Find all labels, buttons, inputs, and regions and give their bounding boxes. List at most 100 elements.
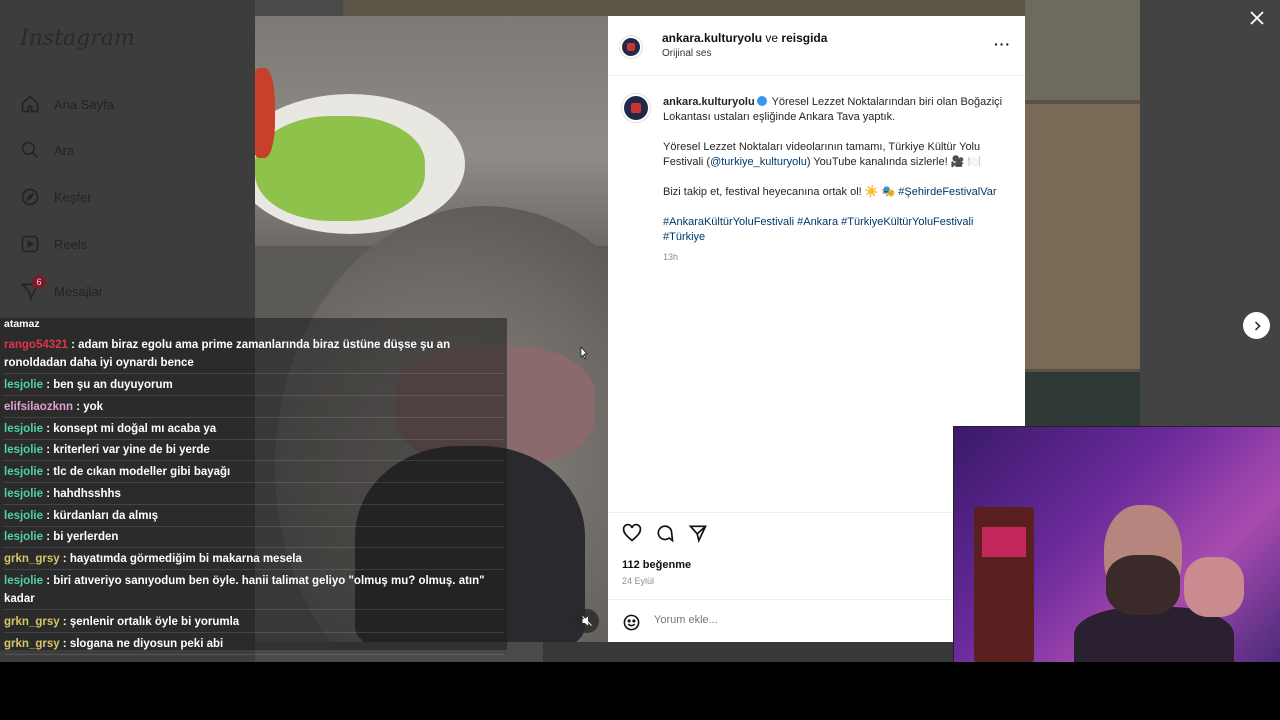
chevron-right-icon: [1254, 320, 1261, 331]
chat-username[interactable]: lesjolie: [4, 423, 43, 435]
video-scene: [255, 116, 425, 221]
instagram-logo[interactable]: Instagram: [20, 26, 135, 51]
feed-thumbnails-top: [343, 0, 1140, 16]
chat-username[interactable]: lesjolie: [4, 466, 43, 478]
author-connector: ve: [765, 31, 779, 45]
mention-link[interactable]: @turkiye_kulturyolu: [710, 156, 807, 168]
collaborator-username[interactable]: reisgida: [781, 31, 827, 45]
sidebar-item-label: Keşfet: [54, 189, 91, 205]
notification-badge: 6: [32, 275, 46, 289]
chat-username[interactable]: lesjolie: [4, 531, 43, 543]
comment-icon[interactable]: [655, 523, 675, 543]
mute-button[interactable]: [575, 609, 599, 633]
audio-label[interactable]: Orijinal ses: [662, 48, 711, 59]
sidebar-item-messages[interactable]: 6 Mesajlar: [20, 275, 104, 303]
search-icon: [21, 141, 39, 159]
chat-text: : tlc de cıkan modeller gibi bayağı: [43, 466, 231, 478]
caption-text: Bizi takip et, festival heyecanına ortak…: [663, 186, 896, 198]
chat-message: grkn_grsy : şenlenir ortalık öyle bi yor…: [4, 613, 504, 633]
compass-icon: [21, 188, 39, 206]
post-time: 13h: [663, 252, 679, 262]
sidebar-item-label: Mesajlar: [54, 283, 104, 299]
comment-input[interactable]: Yorum ekle...: [654, 614, 718, 626]
thumbnail: [1025, 372, 1140, 430]
chat-username[interactable]: lesjolie: [4, 379, 43, 391]
sidebar-item-label: Ara: [54, 142, 75, 158]
chat-text: : adam biraz egolu ama prime zamanlarınd…: [4, 339, 451, 369]
mouse-cursor-icon: [580, 346, 588, 360]
sidebar-item-explore[interactable]: Keşfet: [20, 185, 91, 209]
post-caption: ankara.kulturyolu Yöresel Lezzet Noktala…: [663, 95, 1013, 260]
chat-username[interactable]: rango54321: [4, 339, 68, 351]
sidebar-item-label: Ana Sayfa: [54, 96, 114, 112]
chat-message: lesjolie : kürdanları da almış: [4, 507, 504, 527]
chat-username[interactable]: lesjolie: [4, 444, 43, 456]
chat-message: elifsilaozknn : yok: [4, 398, 504, 418]
chat-message: lesjolie : kriterleri var yine de bi yer…: [4, 441, 504, 461]
sidebar-item-search[interactable]: Ara: [20, 138, 74, 162]
likes-count[interactable]: 112 beğenme: [622, 559, 691, 571]
sidebar-item-home[interactable]: Ana Sayfa: [20, 92, 114, 116]
chat-message: grkn_grsy : hayatımda görmediğim bi maka…: [4, 550, 504, 570]
chat-username[interactable]: elifsilaozknn: [4, 401, 73, 413]
chat-text: : hahdhsshhs: [43, 488, 121, 500]
hashtag-links[interactable]: #AnkaraKültürYoluFestivali #Ankara #Türk…: [663, 216, 973, 243]
caption-username[interactable]: ankara.kulturyolu: [663, 96, 755, 108]
verified-badge-icon: [756, 96, 767, 106]
feed-thumbnails-bottom: [543, 642, 953, 662]
chat-message: lesjolie : bi yerlerden: [4, 528, 504, 548]
video-scene: [255, 68, 275, 158]
avatar[interactable]: [620, 36, 642, 58]
emoji-icon[interactable]: [622, 613, 641, 632]
chat-text: : biri atıveriyo sanıyodum ben öyle. han…: [4, 575, 485, 605]
chat-username[interactable]: lesjolie: [4, 510, 43, 522]
streamer-webcam: [953, 426, 1280, 662]
home-icon: [21, 95, 39, 113]
next-post-button[interactable]: [1243, 312, 1270, 339]
sidebar-item-label: Reels: [54, 236, 88, 252]
thumbnail: [1025, 0, 1140, 100]
post-header: ankara.kulturyolu ve reisgida Orijinal s…: [608, 16, 1025, 76]
chat-message: lesjolie : konsept mi doğal mı acaba ya: [4, 420, 504, 440]
chat-text: : hayatımda görmediğim bi makarna mesela: [59, 553, 302, 565]
share-icon[interactable]: [688, 523, 708, 543]
author-username[interactable]: ankara.kulturyolu: [662, 31, 762, 45]
chat-username[interactable]: grkn_grsy: [4, 638, 60, 650]
chat-text: : konsept mi doğal mı acaba ya: [43, 423, 217, 435]
close-icon[interactable]: [1248, 9, 1266, 27]
like-heart-icon[interactable]: [622, 523, 642, 543]
chat-text: : ben şu an duyuyorum: [43, 379, 173, 391]
chat-text: : yok: [73, 401, 104, 413]
stream-chat-overlay: atamaz rango54321 : adam biraz egolu ama…: [0, 318, 507, 655]
webcam-scene: [1106, 555, 1180, 615]
more-options-button[interactable]: ···: [994, 36, 1011, 52]
webcam-scene: [1184, 557, 1244, 617]
post-author[interactable]: ankara.kulturyolu ve reisgida: [662, 31, 827, 45]
chat-message: rango54321 : adam biraz egolu ama prime …: [4, 336, 504, 374]
explore-thumbnails: [1025, 0, 1140, 430]
chat-username[interactable]: grkn_grsy: [4, 553, 60, 565]
hashtag-link[interactable]: #ŞehirdeFestivalVar: [898, 186, 996, 198]
messenger-icon-wrap: 6: [20, 275, 46, 301]
screen: Instagram Ana Sayfa Ara Keşfet Reels 6 M…: [0, 0, 1280, 662]
caption-avatar[interactable]: [622, 94, 650, 122]
chat-message: lesjolie : hahdhsshhs: [4, 485, 504, 505]
chat-message: lesjolie : biri atıveriyo sanıyodum ben …: [4, 572, 504, 610]
chat-text: : slogana ne diyosun peki abi: [59, 638, 224, 650]
chat-message: grkn_grsy : slogana ne diyosun peki abi: [4, 635, 504, 655]
webcam-scene: [982, 527, 1026, 557]
caption-text: ) YouTube kanalında sizlerle! 🎥 🍽️: [806, 156, 982, 168]
chat-message: lesjolie : ben şu an duyuyorum: [4, 376, 504, 396]
chat-username[interactable]: grkn_grsy: [4, 616, 60, 628]
sidebar-item-reels[interactable]: Reels: [20, 232, 87, 256]
chat-text: : kürdanları da almış: [43, 510, 159, 522]
speaker-muted-icon: [582, 616, 592, 626]
chat-text: : kriterleri var yine de bi yerde: [43, 444, 210, 456]
thumbnail: [1025, 104, 1140, 369]
chat-text: : şenlenir ortalık öyle bi yorumla: [59, 616, 240, 628]
chat-text: : bi yerlerden: [43, 531, 119, 543]
chat-username[interactable]: lesjolie: [4, 575, 43, 587]
chat-username[interactable]: lesjolie: [4, 488, 43, 500]
chat-message: lesjolie : tlc de cıkan modeller gibi ba…: [4, 463, 504, 483]
chat-message: atamaz: [4, 318, 40, 330]
